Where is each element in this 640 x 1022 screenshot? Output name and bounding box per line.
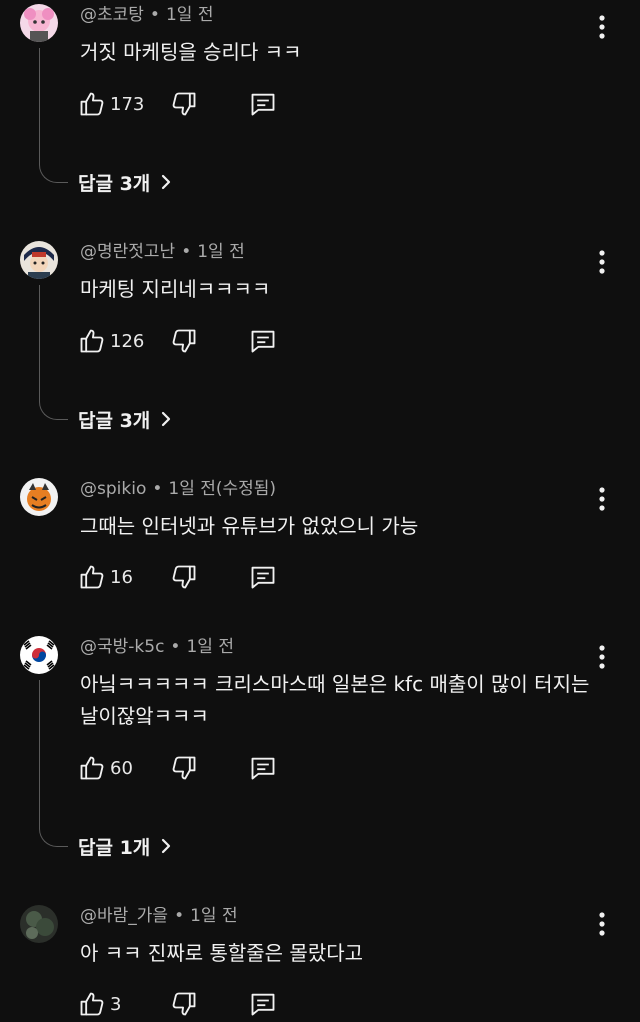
avatar[interactable] (20, 4, 58, 42)
comment-reply-icon (251, 993, 275, 1016)
comment-actions: 126 (78, 326, 338, 356)
comment-meta: @바람_가을 • 1일 전 (80, 906, 238, 926)
dislike-button[interactable] (170, 562, 198, 592)
thread-connector (39, 48, 68, 183)
thumb-down-icon (172, 565, 196, 589)
comment-reply-icon (251, 757, 275, 780)
view-replies-button[interactable]: 답글 1개 (78, 831, 172, 861)
thread-connector (39, 285, 68, 420)
comment-text: 아닠ㅋㅋㅋㅋㅋ 크리스마스때 일본은 kfc 매출이 많이 터지는 날이잖앜ㅋㅋ… (80, 672, 590, 728)
comment-meta: @초코탕 • 1일 전 (80, 5, 214, 25)
view-replies-button[interactable]: 답글 3개 (78, 167, 172, 197)
reply-button[interactable] (248, 89, 278, 119)
comment-text: 마케팅 지리네ㅋㅋㅋㅋ (80, 277, 271, 301)
more-vertical-icon (599, 250, 605, 274)
like-button[interactable]: 16 (78, 562, 133, 592)
avatar[interactable] (20, 905, 58, 943)
replies-label: 답글 1개 (78, 836, 151, 859)
thumb-down-icon (172, 329, 196, 353)
reply-button[interactable] (248, 989, 278, 1019)
dislike-button[interactable] (170, 753, 198, 783)
comment-text: 거짓 마케팅을 승리다 ㅋㅋ (80, 40, 302, 64)
comment-author[interactable]: @명란젓고난 (80, 242, 175, 262)
comment-actions: 16 (78, 562, 338, 592)
reply-button[interactable] (248, 562, 278, 592)
more-vertical-icon (599, 15, 605, 39)
thumb-up-icon (80, 565, 104, 589)
comment-time: 1일 전 (197, 242, 245, 262)
like-count: 3 (110, 993, 122, 1015)
comment-time: 1일 전(수정됨) (168, 479, 277, 499)
dislike-button[interactable] (170, 326, 198, 356)
comment-actions: 3 (78, 989, 338, 1019)
comment-actions: 60 (78, 753, 338, 783)
thumb-down-icon (172, 992, 196, 1016)
thread-connector (39, 680, 68, 847)
more-vertical-icon (599, 487, 605, 511)
thumb-up-icon (80, 992, 104, 1016)
comment-time: 1일 전 (186, 637, 234, 657)
more-options-button[interactable] (592, 909, 612, 939)
dislike-button[interactable] (170, 89, 198, 119)
comment-author[interactable]: @spikio (80, 479, 146, 499)
comment-author[interactable]: @바람_가을 (80, 906, 168, 926)
reply-button[interactable] (248, 753, 278, 783)
more-vertical-icon (599, 645, 605, 669)
comment-text: 아 ㅋㅋ 진짜로 통할줄은 몰랐다고 (80, 941, 364, 965)
comment-author[interactable]: @초코탕 (80, 5, 144, 25)
comment-text: 그때는 인터넷과 유튜브가 없었으니 가능 (80, 514, 419, 538)
more-vertical-icon (599, 912, 605, 936)
comment-meta: @명란젓고난 • 1일 전 (80, 242, 245, 262)
comment-author[interactable]: @국방-k5c (80, 637, 164, 657)
replies-label: 답글 3개 (78, 409, 151, 432)
like-count: 60 (110, 757, 133, 779)
chevron-right-icon (162, 411, 171, 427)
comment-meta: @spikio • 1일 전(수정됨) (80, 479, 277, 499)
more-options-button[interactable] (592, 12, 612, 42)
thumb-down-icon (172, 92, 196, 116)
thumb-up-icon (80, 329, 104, 353)
comment-time: 1일 전 (165, 5, 214, 25)
replies-label: 답글 3개 (78, 172, 151, 195)
like-button[interactable]: 173 (78, 89, 144, 119)
avatar[interactable] (20, 241, 58, 279)
reply-button[interactable] (248, 326, 278, 356)
like-button[interactable]: 3 (78, 989, 121, 1019)
comment-reply-icon (251, 93, 275, 116)
more-options-button[interactable] (592, 247, 612, 277)
thumb-up-icon (80, 92, 104, 116)
dislike-button[interactable] (170, 989, 198, 1019)
comment-reply-icon (251, 330, 275, 353)
view-replies-button[interactable]: 답글 3개 (78, 404, 172, 434)
avatar[interactable] (20, 636, 58, 674)
comment-actions: 173 (78, 89, 338, 119)
avatar[interactable] (20, 478, 58, 516)
comment-reply-icon (251, 566, 275, 589)
thumb-up-icon (80, 756, 104, 780)
more-options-button[interactable] (592, 642, 612, 672)
like-button[interactable]: 126 (78, 326, 144, 356)
comment-meta: @국방-k5c • 1일 전 (80, 637, 234, 657)
like-button[interactable]: 60 (78, 753, 133, 783)
like-count: 173 (110, 93, 145, 115)
more-options-button[interactable] (592, 484, 612, 514)
comment-time: 1일 전 (190, 906, 238, 926)
like-count: 126 (110, 330, 145, 352)
thumb-down-icon (172, 756, 196, 780)
like-count: 16 (110, 566, 133, 588)
chevron-right-icon (162, 838, 171, 854)
chevron-right-icon (162, 174, 171, 190)
